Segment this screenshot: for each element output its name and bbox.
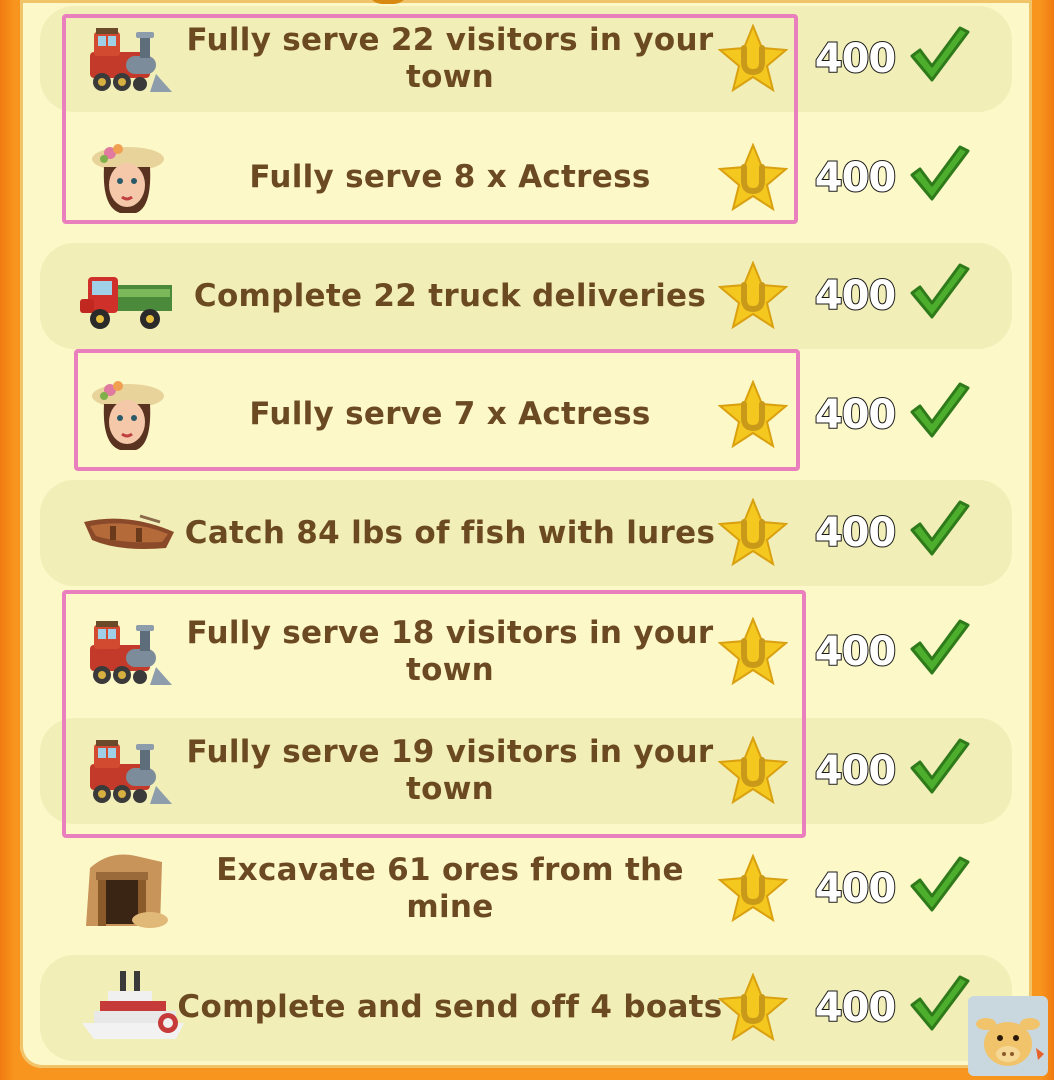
reward-amount: 400 xyxy=(814,35,898,83)
quest-row[interactable]: Fully serve 22 visitors in your town 400 xyxy=(20,0,1032,118)
reward-amount: 400 xyxy=(814,391,898,439)
actress-icon xyxy=(80,137,176,219)
horseshoe-star-icon xyxy=(717,853,789,924)
reward-amount: 400 xyxy=(814,747,898,795)
quest-label: Catch 84 lbs of fish with lures xyxy=(184,514,716,551)
checkmark-icon[interactable] xyxy=(908,500,972,562)
checkmark-icon[interactable] xyxy=(908,382,972,444)
train-icon xyxy=(80,730,176,812)
checkmark-icon[interactable] xyxy=(908,619,972,681)
checkmark-icon[interactable] xyxy=(908,26,972,88)
reward-amount: 400 xyxy=(814,272,898,320)
reward-amount: 400 xyxy=(814,628,898,676)
truck-icon xyxy=(80,255,176,337)
quest-row[interactable]: Excavate 61 ores from the mine 400 xyxy=(20,830,1032,948)
checkmark-icon[interactable] xyxy=(908,975,972,1037)
train-icon xyxy=(80,611,176,693)
quest-label: Fully serve 7 x Actress xyxy=(249,396,651,433)
mine-icon xyxy=(80,848,176,930)
reward-amount: 400 xyxy=(814,865,898,913)
horseshoe-star-icon xyxy=(717,734,789,806)
reward-amount: 400 xyxy=(814,984,898,1032)
actress-icon xyxy=(80,374,176,456)
quest-panel: Fully serve 22 visitors in your town 400 … xyxy=(20,0,1032,1068)
checkmark-icon[interactable] xyxy=(908,263,972,325)
quest-row[interactable]: Fully serve 7 x Actress 400 xyxy=(20,356,1032,474)
steamboat-icon xyxy=(80,967,184,1049)
quest-row[interactable]: Complete 22 truck deliveries 400 xyxy=(20,237,1032,355)
rowboat-icon xyxy=(80,492,176,574)
reward-amount: 400 xyxy=(814,509,898,557)
horseshoe-star-icon xyxy=(717,497,789,568)
quest-row[interactable]: Catch 84 lbs of fish with lures 400 xyxy=(20,474,1032,592)
checkmark-icon[interactable] xyxy=(908,738,972,800)
reward-amount: 400 xyxy=(814,154,898,202)
checkmark-icon[interactable] xyxy=(908,145,972,207)
horseshoe-star-icon xyxy=(717,972,789,1043)
quest-label: Complete 22 truck deliveries xyxy=(193,277,707,314)
cow-avatar[interactable] xyxy=(968,996,1048,1076)
quest-label: Fully serve 19 visitors in your town xyxy=(186,733,714,807)
checkmark-icon[interactable] xyxy=(908,856,972,918)
quest-row[interactable]: Fully serve 19 visitors in your town 400 xyxy=(20,712,1032,830)
horseshoe-star-icon xyxy=(717,23,789,94)
quest-label: Complete and send off 4 boats xyxy=(177,989,723,1026)
quest-row[interactable]: Fully serve 8 x Actress 400 xyxy=(20,119,1032,237)
train-icon xyxy=(80,18,176,100)
quest-label: Fully serve 8 x Actress xyxy=(249,159,651,196)
horseshoe-star-icon xyxy=(717,260,789,331)
quest-label: Fully serve 18 visitors in your town xyxy=(186,615,714,688)
quest-label: Excavate 61 ores from the mine xyxy=(216,852,684,926)
horseshoe-star-icon xyxy=(717,379,789,450)
quest-label: Fully serve 22 visitors in your town xyxy=(186,22,714,95)
quest-row[interactable]: Complete and send off 4 boats 400 xyxy=(20,949,1032,1067)
horseshoe-star-icon xyxy=(717,141,789,213)
horseshoe-star-icon xyxy=(717,616,789,687)
quest-row[interactable]: Fully serve 18 visitors in your town 400 xyxy=(20,593,1032,711)
